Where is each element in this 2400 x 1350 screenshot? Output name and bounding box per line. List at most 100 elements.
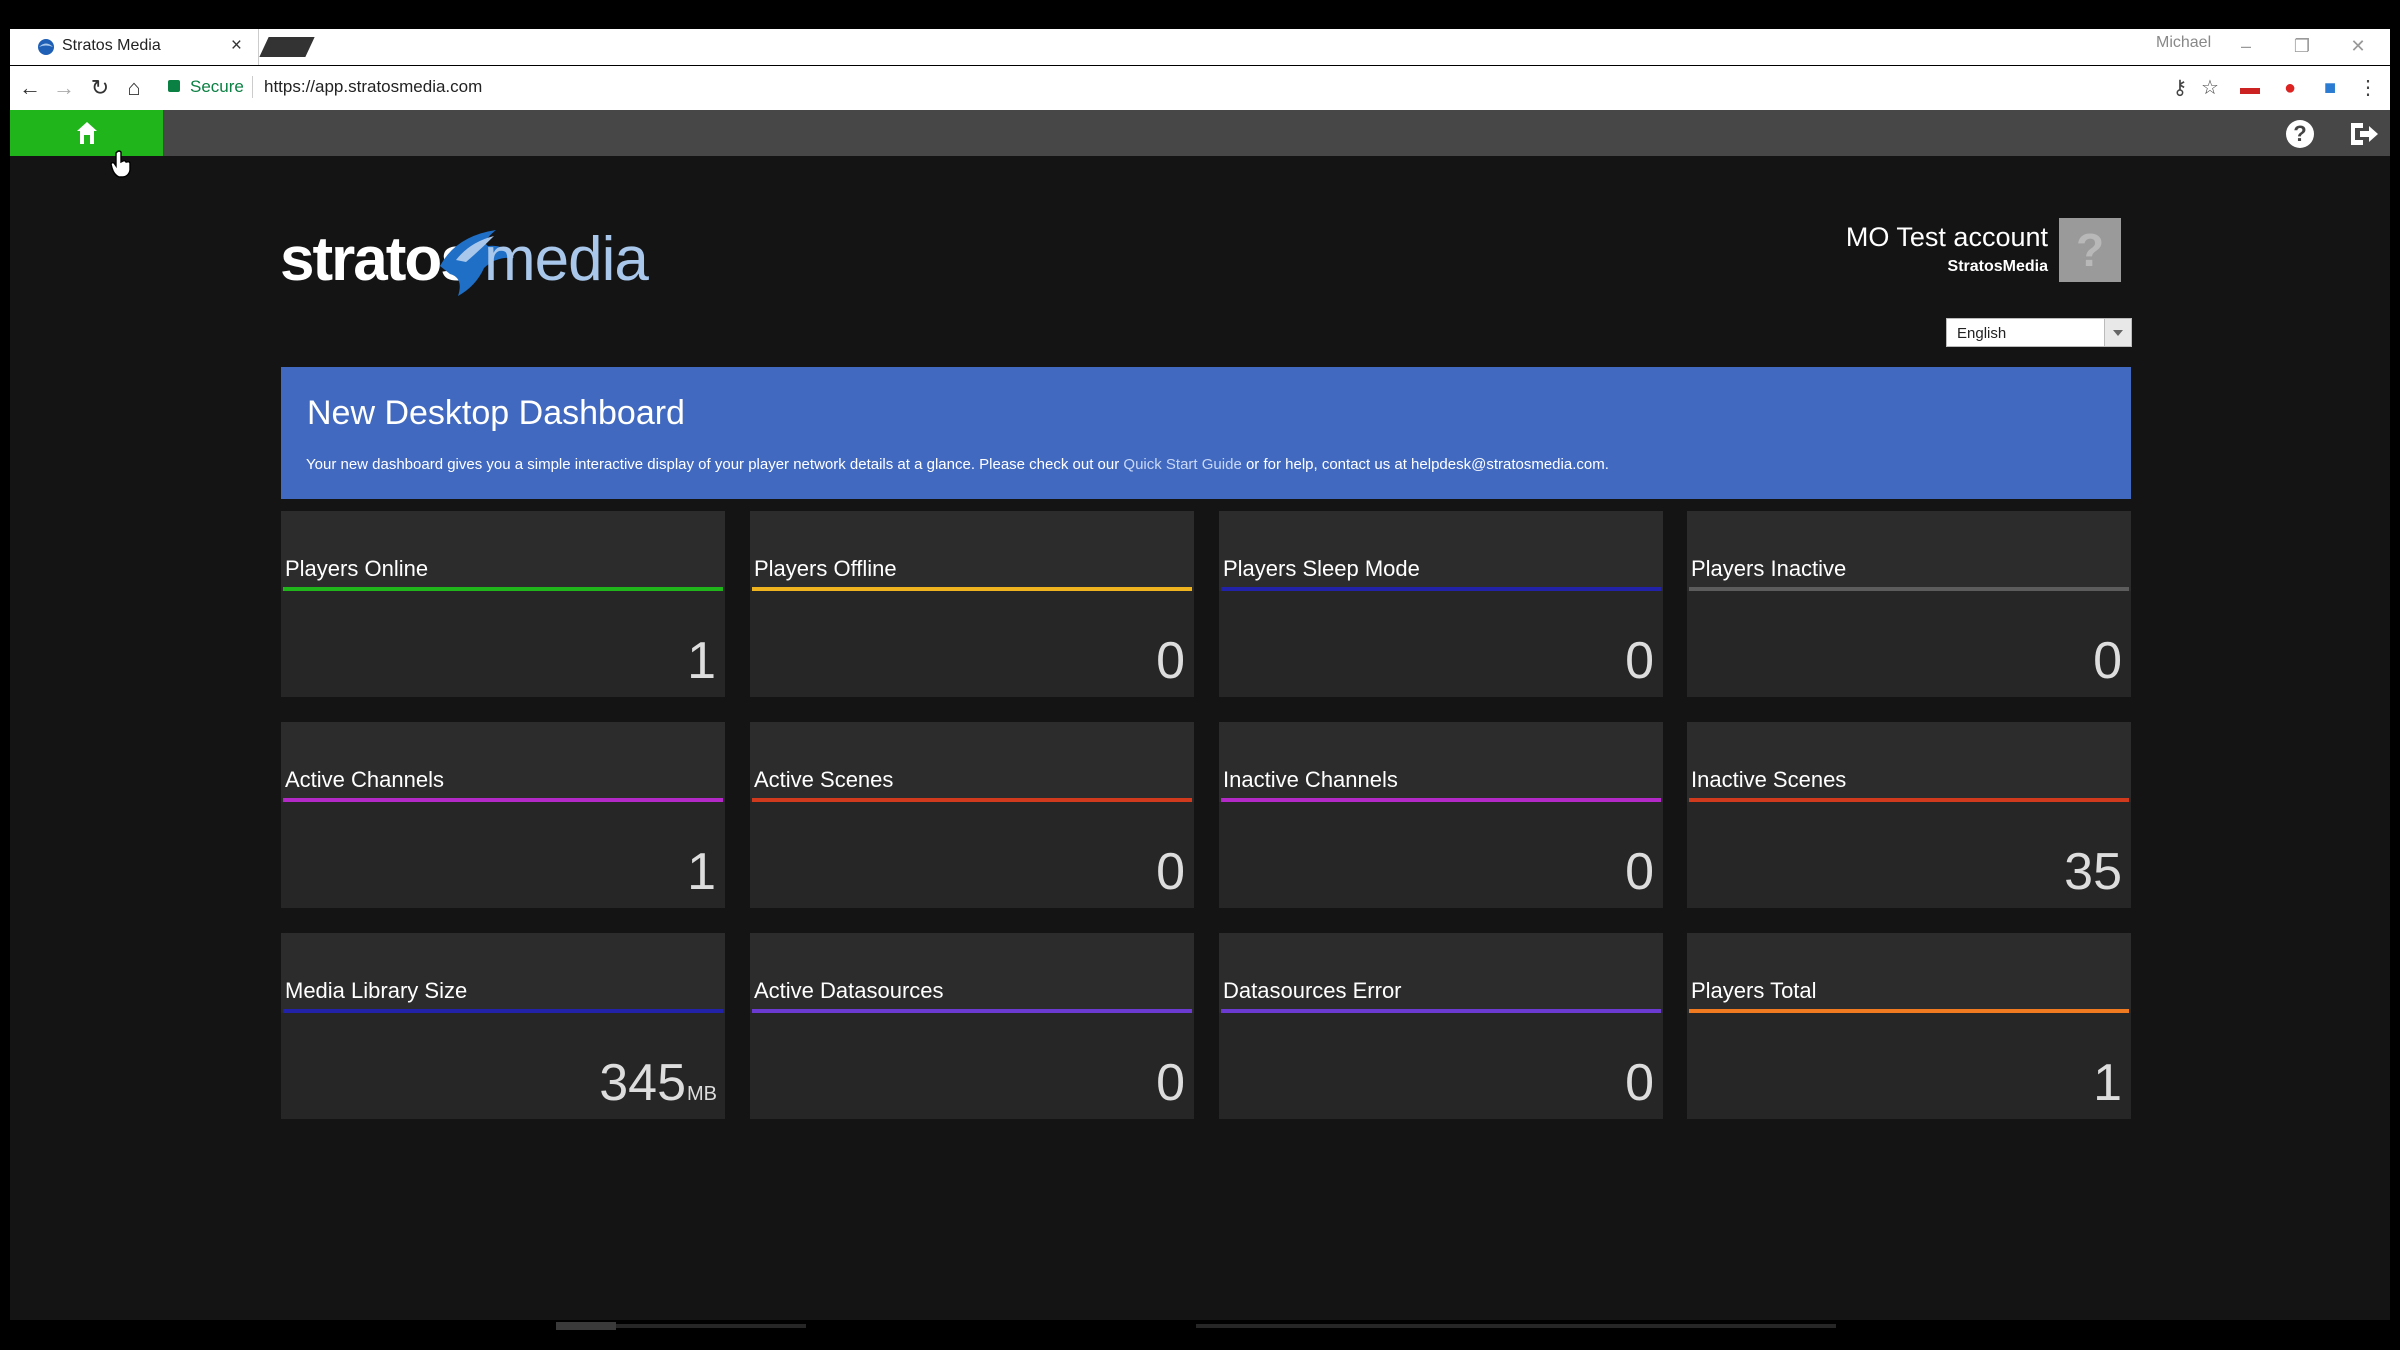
- tile-accent-line: [283, 587, 723, 591]
- avatar[interactable]: ?: [2059, 218, 2121, 282]
- banner-text-start: Your new dashboard gives you a simple in…: [306, 456, 1124, 473]
- url-text[interactable]: https://app.stratosmedia.com: [264, 77, 482, 97]
- lock-icon: [168, 80, 180, 92]
- browser-menu-icon[interactable]: ⋮: [2354, 74, 2382, 102]
- tile-unit: MB: [687, 1083, 717, 1105]
- tile-active-datasources[interactable]: Active Datasources 0: [750, 933, 1194, 1119]
- tile-label: Players Online: [285, 556, 429, 581]
- quick-start-guide-link[interactable]: Quick Start Guide: [1123, 456, 1241, 473]
- tile-number: 0: [1156, 1054, 1185, 1112]
- tile-value: 0: [1625, 1053, 1655, 1113]
- tile-players-offline[interactable]: Players Offline 0: [750, 511, 1194, 697]
- tile-accent-line: [1221, 587, 1661, 591]
- language-select[interactable]: English: [1946, 318, 2132, 347]
- tile-label: Inactive Channels: [1223, 767, 1398, 792]
- tile-body: [281, 591, 725, 697]
- banner-text: Your new dashboard gives you a simple in…: [306, 456, 1609, 473]
- tile-accent-line: [283, 798, 723, 802]
- app-top-bar: [10, 110, 2390, 156]
- scrollbar-track[interactable]: [616, 1324, 806, 1328]
- tile-accent-line: [752, 1009, 1192, 1013]
- tile-body: [281, 802, 725, 908]
- scrollbar-track[interactable]: [1196, 1324, 1836, 1328]
- tile-body: [1687, 591, 2131, 697]
- tab-close-icon[interactable]: ×: [231, 35, 242, 57]
- tile-number: 0: [2093, 632, 2122, 690]
- hand-cursor-icon: [110, 150, 131, 178]
- address-divider: [252, 76, 253, 98]
- tile-inactive-channels[interactable]: Inactive Channels 0: [1219, 722, 1663, 908]
- tile-label: Inactive Scenes: [1691, 767, 1847, 792]
- home-button[interactable]: [10, 110, 163, 156]
- tile-players-inactive[interactable]: Players Inactive 0: [1687, 511, 2131, 697]
- tile-value: 0: [2093, 631, 2123, 691]
- tile-value: 1: [2093, 1053, 2123, 1113]
- tile-value: 1: [687, 842, 717, 902]
- extension-icon[interactable]: ▬: [2236, 74, 2264, 102]
- tile-accent-line: [1689, 587, 2129, 591]
- tile-active-channels[interactable]: Active Channels 1: [281, 722, 725, 908]
- tile-value: 0: [1156, 631, 1186, 691]
- key-icon[interactable]: ⚷: [2166, 74, 2194, 102]
- tile-value: 0: [1625, 631, 1655, 691]
- window-user-label[interactable]: Michael: [2156, 34, 2211, 52]
- browser-tab[interactable]: Stratos Media ×: [10, 29, 259, 65]
- tile-body: [750, 802, 1194, 908]
- back-icon[interactable]: ←: [14, 72, 46, 104]
- tile-value: 0: [1625, 842, 1655, 902]
- tile-body: [1219, 1013, 1663, 1119]
- help-icon[interactable]: ?: [2286, 120, 2314, 148]
- banner-text-end: or for help, contact us at helpdesk@stra…: [1241, 456, 1609, 473]
- tile-value: 0: [1156, 842, 1186, 902]
- tile-body: [1219, 591, 1663, 697]
- tile-number: 0: [1625, 843, 1654, 901]
- tile-accent-line: [1689, 1009, 2129, 1013]
- tile-players-online[interactable]: Players Online 1: [281, 511, 725, 697]
- bookmark-star-icon[interactable]: ☆: [2196, 74, 2224, 102]
- tile-accent-line: [752, 587, 1192, 591]
- forward-icon[interactable]: →: [48, 72, 80, 104]
- tile-number: 0: [1156, 843, 1185, 901]
- account-name: MO Test account: [1845, 222, 2048, 252]
- tile-datasources-error[interactable]: Datasources Error 0: [1219, 933, 1663, 1119]
- dashboard-banner: [281, 367, 2131, 499]
- tile-accent-line: [1221, 798, 1661, 802]
- tile-inactive-scenes[interactable]: Inactive Scenes 35: [1687, 722, 2131, 908]
- restore-icon[interactable]: ❐: [2282, 30, 2322, 62]
- tile-body: [1219, 802, 1663, 908]
- close-window-icon[interactable]: ✕: [2338, 30, 2378, 62]
- tile-accent-line: [752, 798, 1192, 802]
- logo-text-media: media: [484, 225, 649, 294]
- stratos-favicon-icon: [38, 39, 54, 55]
- tile-value: 345MB: [599, 1053, 717, 1113]
- tile-number: 35: [2064, 843, 2122, 901]
- new-extension-icon[interactable]: ■: [2316, 74, 2344, 102]
- tile-number: 1: [687, 632, 716, 690]
- home-icon: [77, 122, 97, 144]
- tile-players-sleep-mode[interactable]: Players Sleep Mode 0: [1219, 511, 1663, 697]
- new-tab-button[interactable]: [259, 37, 315, 57]
- tile-body: [750, 1013, 1194, 1119]
- record-extension-icon[interactable]: ●: [2276, 74, 2304, 102]
- tile-accent-line: [283, 1009, 723, 1013]
- tile-media-library-size[interactable]: Media Library Size 345MB: [281, 933, 725, 1119]
- language-value: English: [1957, 325, 2007, 342]
- tile-label: Players Inactive: [1691, 556, 1847, 581]
- home-browser-icon[interactable]: ⌂: [118, 72, 150, 104]
- tile-number: 0: [1156, 632, 1185, 690]
- minimize-icon[interactable]: –: [2226, 30, 2266, 62]
- scrollbar-thumb[interactable]: [556, 1322, 616, 1330]
- tile-body: [750, 591, 1194, 697]
- tile-active-scenes[interactable]: Active Scenes 0: [750, 722, 1194, 908]
- chevron-down-icon[interactable]: [2104, 319, 2131, 346]
- reload-icon[interactable]: ↻: [84, 72, 116, 104]
- tile-value: 1: [687, 631, 717, 691]
- tile-accent-line: [1221, 1009, 1661, 1013]
- tile-value: 0: [1156, 1053, 1186, 1113]
- tile-label: Active Scenes: [754, 767, 894, 792]
- tile-players-total[interactable]: Players Total 1: [1687, 933, 2131, 1119]
- banner-title: New Desktop Dashboard: [307, 394, 685, 432]
- logout-icon[interactable]: [2348, 120, 2380, 148]
- tile-label: Active Channels: [285, 767, 444, 792]
- tile-number: 1: [2093, 1054, 2122, 1112]
